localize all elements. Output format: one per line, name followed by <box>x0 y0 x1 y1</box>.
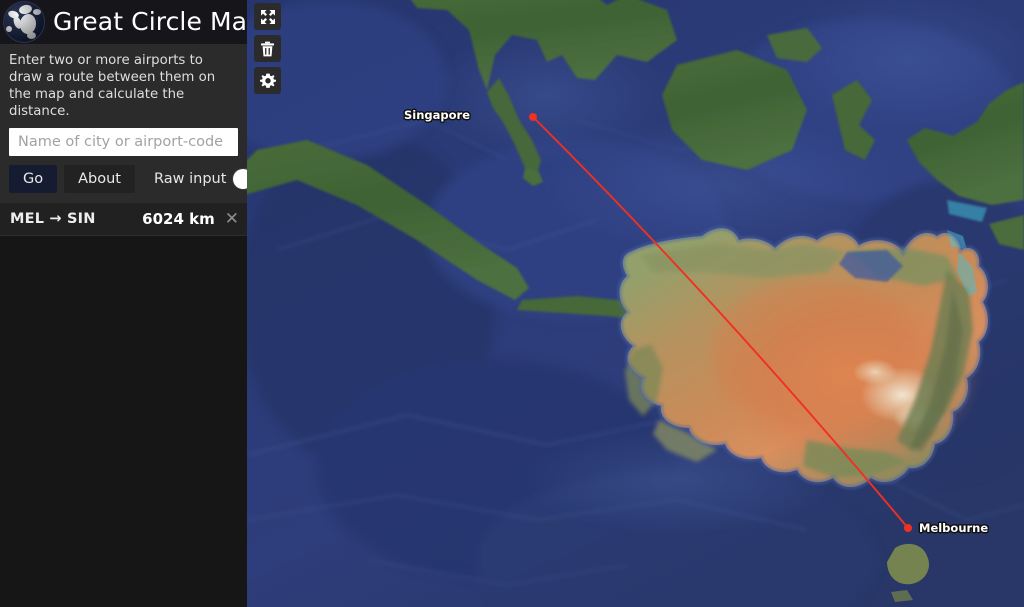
close-icon[interactable]: ✕ <box>225 210 239 228</box>
great-circle-map-app: Singapore Melbourne Great Circle Map Ent… <box>0 0 1024 607</box>
search-panel: Enter two or more airports to draw a rou… <box>0 44 247 203</box>
button-row: Go About Raw input ✖ <box>9 165 247 193</box>
settings-button[interactable] <box>254 67 281 94</box>
app-header: Great Circle Map <box>0 0 247 44</box>
table-row[interactable]: MEL → SIN 6024 km ✕ <box>0 203 247 236</box>
raw-input-control: Raw input ✖ <box>154 168 247 190</box>
intro-text: Enter two or more airports to draw a rou… <box>9 53 216 119</box>
map-canvas[interactable]: Singapore Melbourne <box>247 0 1024 607</box>
raw-input-toggle[interactable]: ✖ <box>232 168 247 190</box>
route-endpoint-melbourne <box>904 524 912 532</box>
fullscreen-icon <box>260 9 276 25</box>
raw-input-label: Raw input <box>153 171 227 187</box>
route-list: MEL → SIN 6024 km ✕ <box>0 203 247 236</box>
gear-icon <box>259 73 276 89</box>
go-button[interactable]: Go <box>9 165 58 193</box>
about-button[interactable]: About <box>64 165 135 193</box>
trash-icon <box>260 41 275 57</box>
route-distance: 6024 km <box>142 210 215 228</box>
search-input[interactable] <box>9 128 238 156</box>
map-toolbar <box>254 3 281 94</box>
page-title: Great Circle Map <box>53 7 247 36</box>
map-label-melbourne: Melbourne <box>919 521 989 535</box>
route-label: MEL → SIN <box>10 211 96 227</box>
map-label-singapore: Singapore <box>403 108 470 122</box>
delete-button[interactable] <box>254 35 281 62</box>
sidebar: Great Circle Map Enter two or more airpo… <box>0 0 247 607</box>
toggle-knob <box>233 169 247 189</box>
fullscreen-button[interactable] <box>254 3 281 30</box>
route-endpoint-singapore <box>529 113 537 121</box>
globe-icon <box>4 2 44 42</box>
